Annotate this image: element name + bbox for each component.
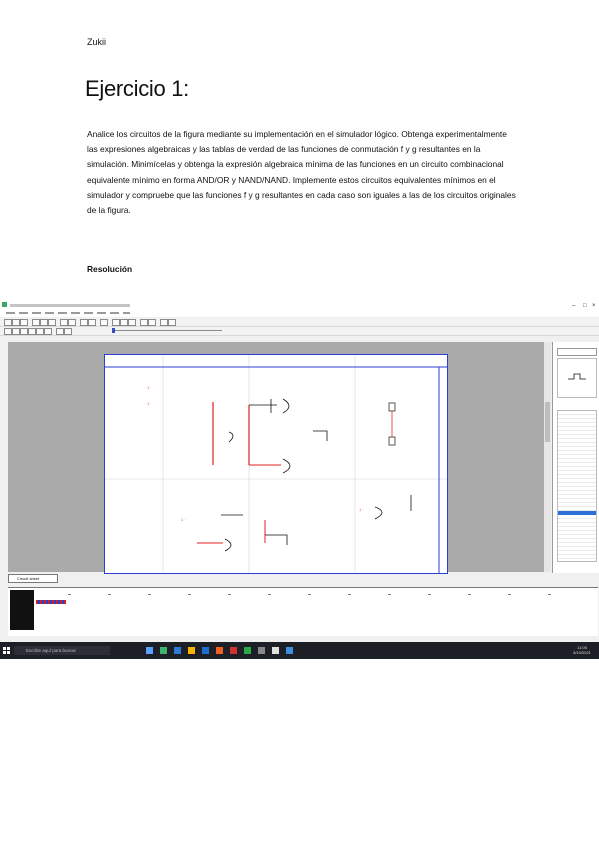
nand-gate [374, 506, 383, 520]
zoom-out-icon[interactable] [88, 319, 96, 326]
app-logo-icon [2, 302, 7, 307]
circuit-drawing: 1 · 1 · 1 · 1 · [105, 355, 447, 573]
teams-icon[interactable] [286, 647, 293, 654]
simulator-taskbar-icon[interactable] [258, 647, 265, 654]
taskbar-clock[interactable]: 11:05 5/10/2021 [567, 645, 597, 655]
signal-trace [36, 600, 66, 604]
speed-slider-track[interactable] [112, 330, 222, 331]
output-probe-g [388, 436, 396, 446]
waveform-icon[interactable] [148, 319, 156, 326]
step-icon[interactable] [120, 319, 128, 326]
stop-icon[interactable] [64, 328, 72, 335]
delete-icon[interactable] [44, 328, 52, 335]
input-label-b: 1 · [147, 401, 152, 406]
powerpoint-icon[interactable] [216, 647, 223, 654]
gate-tool-icon[interactable] [12, 328, 20, 335]
simulate-icon[interactable] [112, 319, 120, 326]
wire-tool-icon[interactable] [100, 319, 108, 326]
undo-icon[interactable] [60, 319, 68, 326]
flip-icon[interactable] [36, 328, 44, 335]
help-icon[interactable] [168, 319, 176, 326]
new-file-icon[interactable] [4, 319, 12, 326]
exercise-statement: Analice los circuitos de la figura media… [87, 129, 516, 216]
paste-icon[interactable] [48, 319, 56, 326]
input-label-c: 1 · [181, 517, 186, 522]
chart-icon[interactable] [140, 319, 148, 326]
or-gate-3 [282, 458, 291, 474]
rotate-icon[interactable] [28, 328, 36, 335]
or-gate-2 [282, 398, 290, 414]
mail-icon[interactable] [174, 647, 181, 654]
signal-name-column [10, 590, 34, 630]
output-wire-f [313, 430, 328, 441]
windows-start-icon[interactable] [3, 647, 10, 654]
clock-icon [568, 373, 586, 380]
word-icon[interactable] [202, 647, 209, 654]
pause-icon[interactable] [128, 319, 136, 326]
waveform-viewer[interactable] [8, 587, 598, 636]
component-library-panel[interactable] [552, 342, 599, 573]
maximize-button[interactable]: □ [583, 303, 587, 309]
component-list[interactable] [557, 410, 597, 562]
menu-bar [0, 310, 599, 317]
exercise-title: Ejercicio 1: [85, 76, 189, 101]
play-icon[interactable] [56, 328, 64, 335]
section-heading: Resolución [87, 264, 133, 274]
window-title-bar: – □ × [0, 301, 599, 310]
text-tool-icon[interactable] [20, 328, 28, 335]
copy-icon[interactable] [40, 319, 48, 326]
save-icon[interactable] [20, 319, 28, 326]
sheet-tab[interactable]: Circuit sheet [8, 574, 58, 583]
scroll-thumb[interactable] [545, 402, 550, 442]
open-file-icon[interactable] [12, 319, 20, 326]
or-gate-1 [228, 431, 234, 443]
output-wire-g [265, 534, 288, 545]
window-title-text [10, 304, 130, 307]
acrobat-icon[interactable] [230, 647, 237, 654]
simulator-screenshot: – □ × 1 · 1 · 1 · 1 · Circuit sheet Escr… [0, 301, 599, 659]
windows-taskbar: Escribe aquí para buscar 11:05 5/10/2021 [0, 642, 599, 659]
library-dropdown[interactable] [557, 348, 597, 356]
selected-component-item[interactable] [558, 511, 596, 515]
canvas-vertical-scrollbar[interactable] [544, 342, 551, 572]
speed-slider-thumb[interactable] [112, 328, 115, 333]
time-ruler [68, 594, 588, 595]
minimize-button[interactable]: – [572, 303, 575, 309]
close-button[interactable]: × [592, 303, 596, 309]
menu-items[interactable] [6, 312, 130, 314]
excel-icon[interactable] [244, 647, 251, 654]
settings-icon[interactable] [160, 319, 168, 326]
cut-icon[interactable] [32, 319, 40, 326]
pointer-tool-icon[interactable] [4, 328, 12, 335]
redo-icon[interactable] [68, 319, 76, 326]
schematic-sheet[interactable]: 1 · 1 · 1 · 1 · [104, 354, 448, 574]
zoom-in-icon[interactable] [80, 319, 88, 326]
chrome-icon[interactable] [272, 647, 279, 654]
input-label-d: 1 · [359, 507, 364, 512]
store-icon[interactable] [160, 647, 167, 654]
toolbar-top [0, 318, 599, 327]
file-explorer-icon[interactable] [188, 647, 195, 654]
component-preview [557, 358, 597, 398]
taskbar-search-box[interactable]: Escribe aquí para buscar [14, 646, 110, 655]
toolbar-bottom [0, 327, 599, 336]
edge-icon[interactable] [146, 647, 153, 654]
output-probe-f [388, 402, 396, 412]
author-name: Zukii [87, 37, 107, 47]
input-label-a: 1 · [147, 385, 152, 390]
and-gate-1 [224, 538, 232, 552]
